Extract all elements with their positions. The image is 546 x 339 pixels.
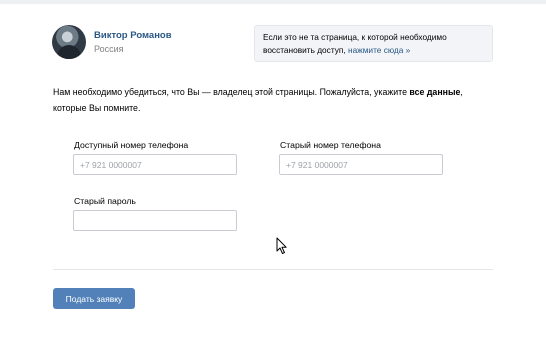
intro-text-before: Нам необходимо убедиться, что Вы — владе… — [53, 87, 410, 97]
old-phone-label: Старый номер телефона — [280, 140, 381, 150]
wrong-page-notice: Если это не та страница, к которой необх… — [254, 25, 493, 62]
avatar-figure — [57, 45, 81, 59]
user-name-link[interactable]: Виктор Романов — [94, 30, 172, 41]
old-password-input[interactable] — [73, 210, 237, 231]
phone-input[interactable] — [73, 154, 237, 175]
notice-link[interactable]: нажмите сюда » — [348, 45, 410, 55]
phone-label: Доступный номер телефона — [74, 140, 189, 150]
submit-button[interactable]: Подать заявку — [53, 288, 135, 309]
mouse-pointer-icon — [276, 237, 287, 254]
top-strip — [0, 0, 546, 4]
divider — [53, 269, 493, 270]
avatar[interactable] — [52, 25, 86, 59]
old-password-label: Старый пароль — [74, 196, 136, 206]
intro-text-bold: все данные — [409, 87, 461, 97]
old-phone-input[interactable] — [279, 154, 443, 175]
intro-text: Нам необходимо убедиться, что Вы — владе… — [53, 85, 498, 116]
user-city: Россия — [94, 44, 124, 54]
